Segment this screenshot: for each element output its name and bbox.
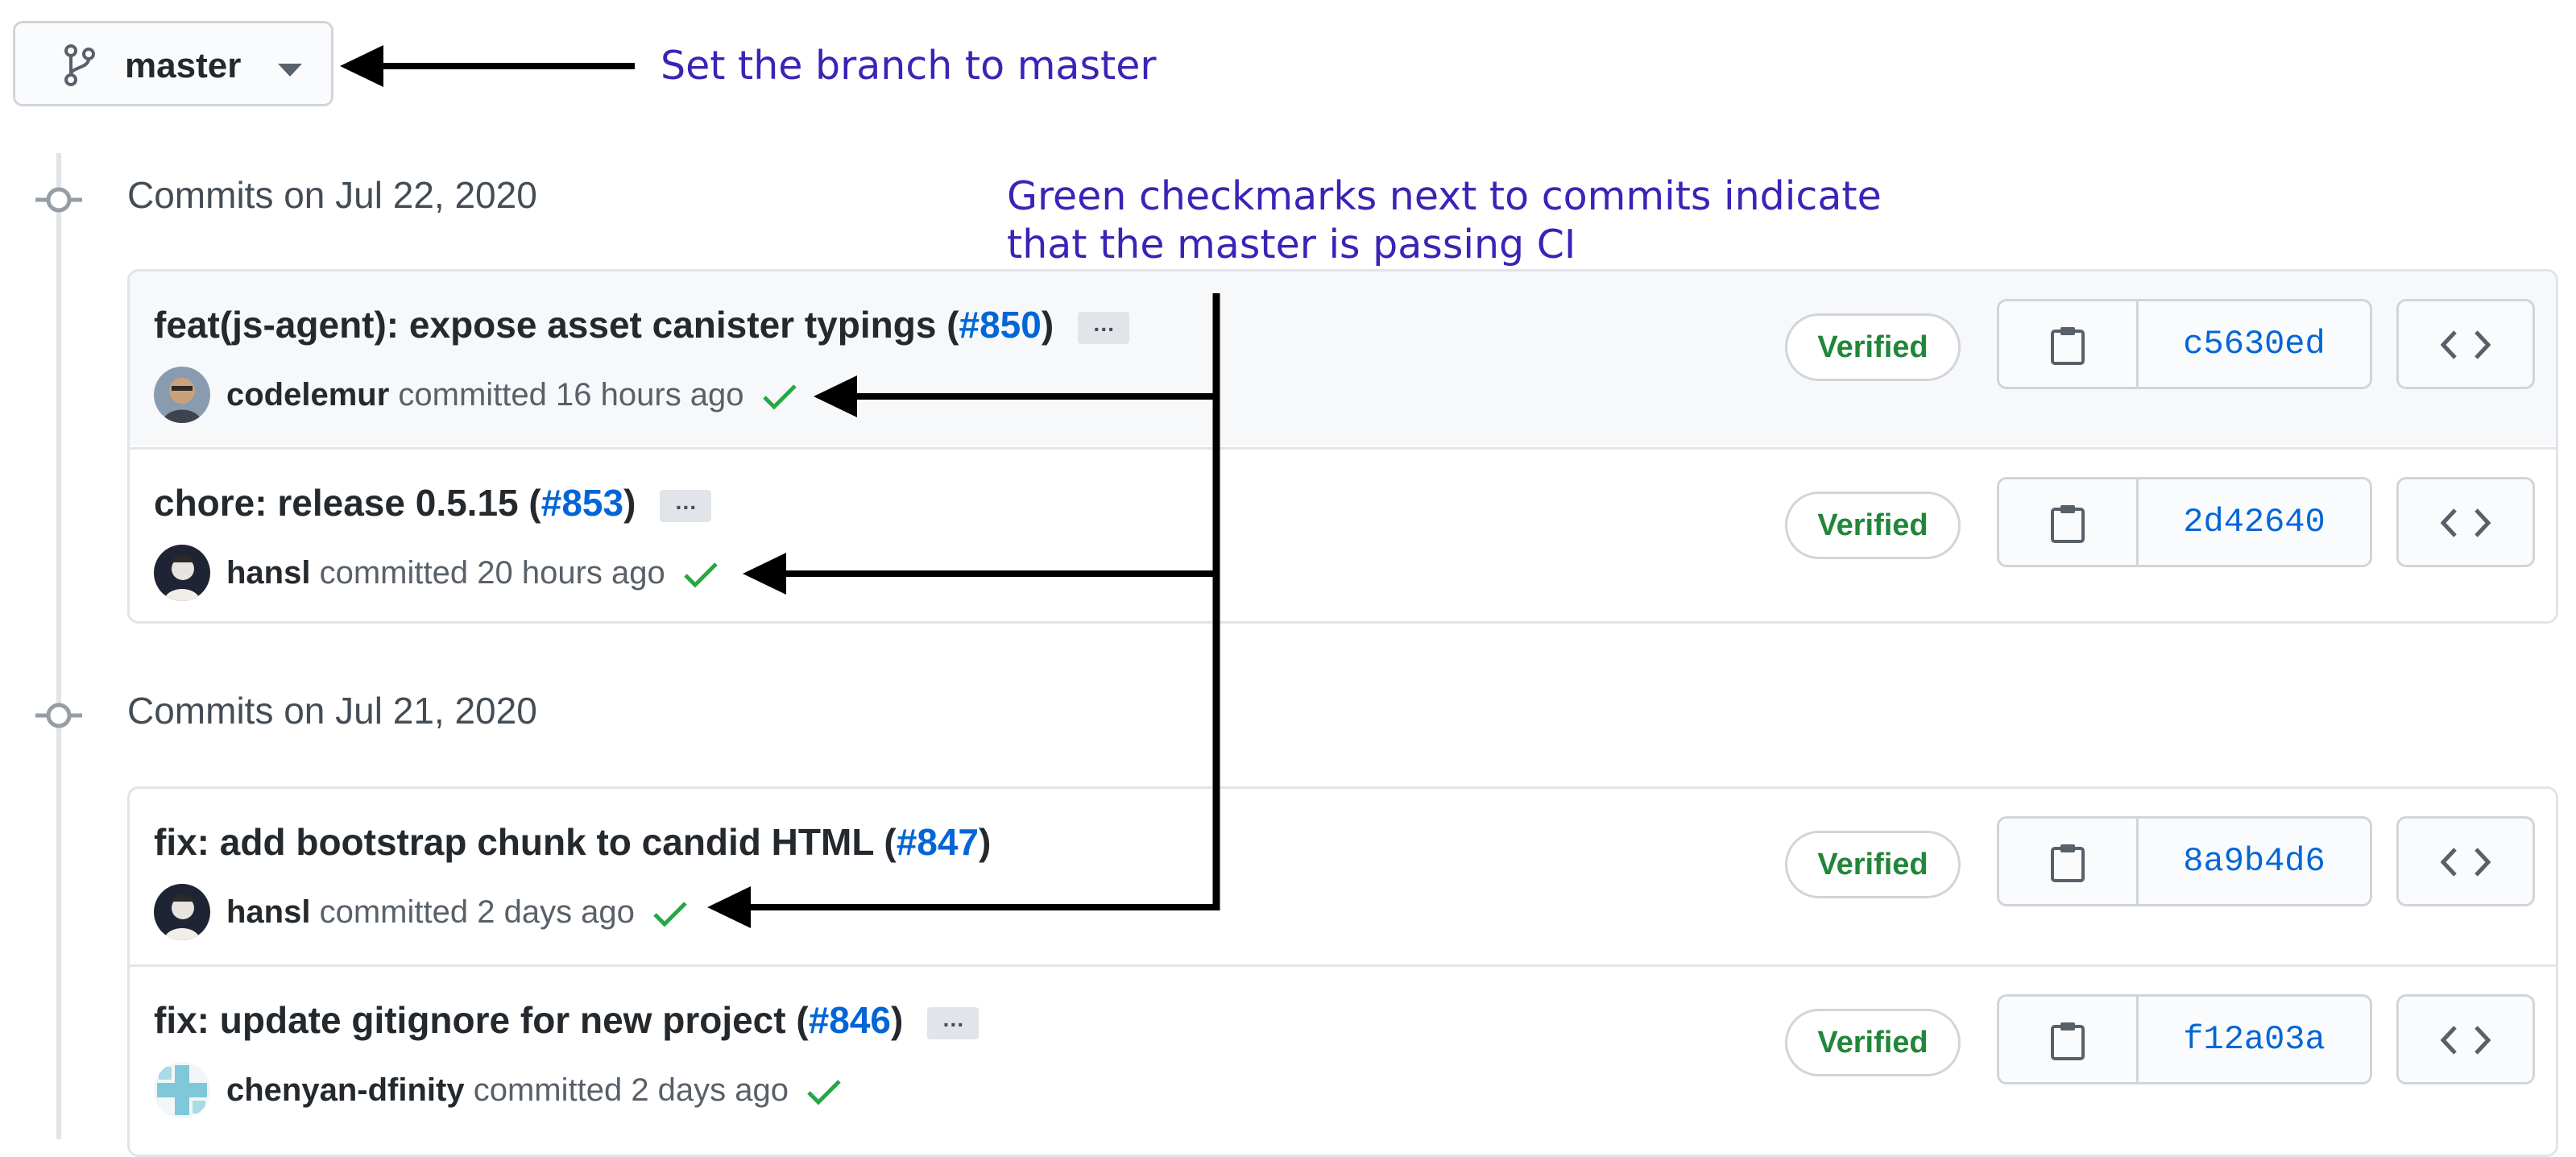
arrow-head-icon bbox=[340, 45, 383, 87]
annotation-arrows bbox=[340, 45, 1220, 928]
